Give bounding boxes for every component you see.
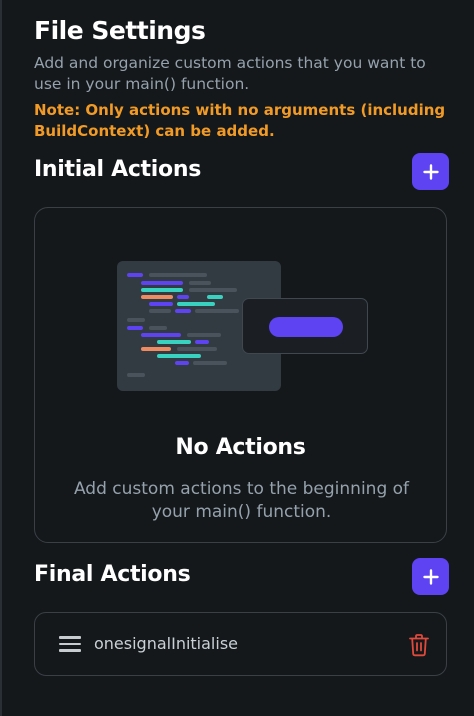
initial-actions-title: Initial Actions: [34, 157, 201, 182]
empty-state-description: Add custom actions to the beginning of y…: [73, 479, 410, 522]
add-final-action-button[interactable]: [412, 558, 449, 595]
file-settings-panel: File Settings Add and organize custom ac…: [0, 0, 474, 716]
page-subtitle: Add and organize custom actions that you…: [34, 54, 426, 93]
warning-note: Note: Only actions with no arguments (in…: [34, 101, 446, 140]
action-name: onesignalInitialise: [94, 634, 238, 653]
add-initial-action-button[interactable]: [412, 153, 449, 190]
plus-icon: [422, 568, 439, 585]
trash-icon[interactable]: [408, 633, 430, 657]
final-action-item[interactable]: onesignalInitialise: [34, 612, 447, 676]
page-title: File Settings: [34, 16, 206, 45]
empty-state-title: No Actions: [175, 435, 306, 460]
initial-actions-empty-state: No Actions Add custom actions to the beg…: [34, 207, 447, 543]
plus-icon: [422, 163, 439, 180]
drag-handle-icon[interactable]: [59, 636, 81, 652]
final-actions-title: Final Actions: [34, 562, 191, 587]
action-pill-illustration: [269, 317, 343, 337]
action-card-illustration: [242, 298, 368, 354]
